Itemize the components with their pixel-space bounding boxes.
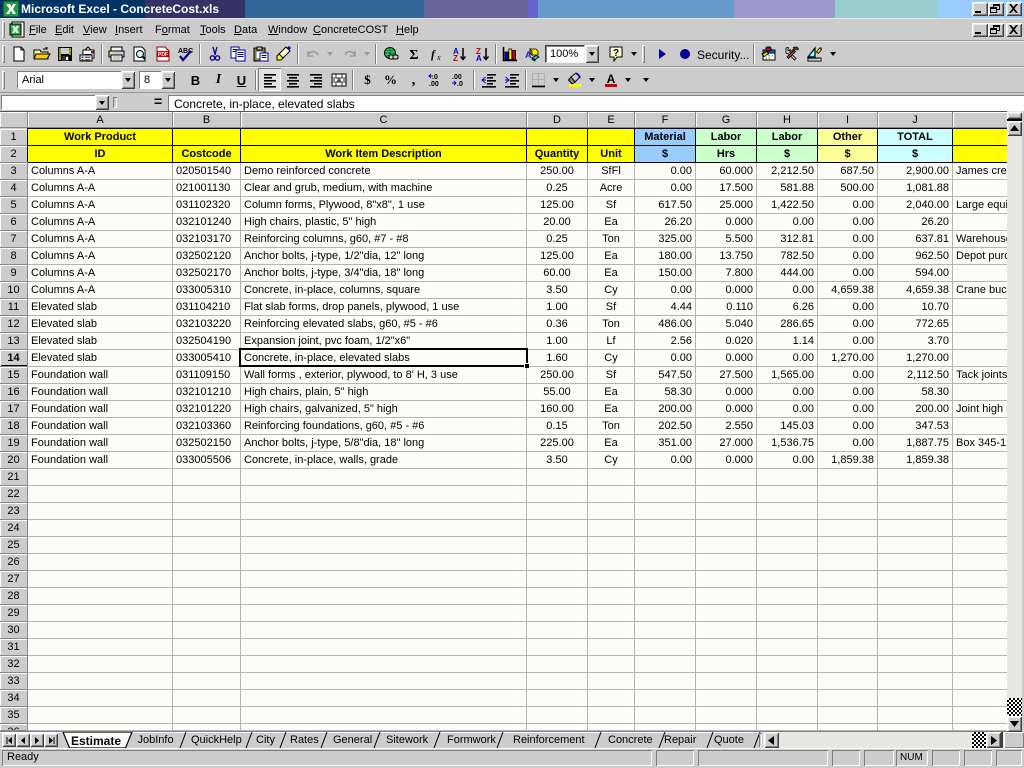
svg-text:PDF: PDF <box>158 52 168 58</box>
svg-text:a: a <box>337 78 341 85</box>
svg-text:Z: Z <box>453 54 458 62</box>
svg-text:A: A <box>525 50 532 60</box>
svg-text:f: f <box>431 47 436 61</box>
svg-text:.00: .00 <box>429 81 439 88</box>
svg-text:.00: .00 <box>452 74 462 81</box>
svg-text:.0: .0 <box>432 74 438 81</box>
svg-text:A: A <box>476 54 482 62</box>
svg-text:Σ: Σ <box>409 48 418 62</box>
svg-text:x: x <box>436 53 441 62</box>
svg-text:.0: .0 <box>457 81 463 88</box>
svg-text:?: ? <box>612 48 618 59</box>
svg-text:A: A <box>606 72 615 86</box>
